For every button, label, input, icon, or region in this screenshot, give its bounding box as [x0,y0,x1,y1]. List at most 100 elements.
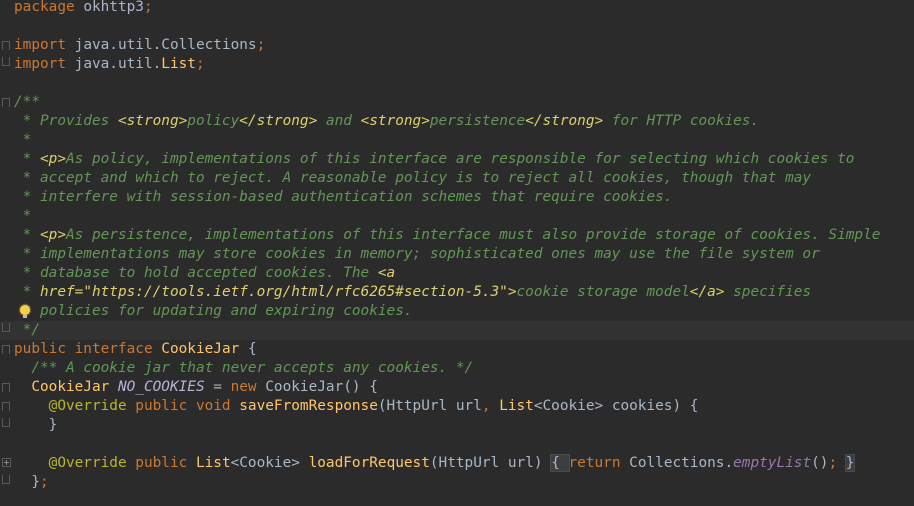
code-token: persistence [429,113,526,129]
code-token: * [14,208,32,224]
code-token: </strong> [525,113,604,129]
code-token: public [135,455,196,471]
code-line[interactable]: */ [0,321,914,340]
fold-marker-icon[interactable] [2,98,10,107]
code-token: * policies for updating and expiring coo… [14,303,413,319]
code-line[interactable]: * <p>As policy, implementations of this … [0,150,914,169]
code-token: saveFromResponse [239,398,378,414]
fold-marker-icon[interactable] [2,41,10,50]
code-line[interactable]: * Provides <strong>policy</strong> and <… [0,112,914,131]
code-token: java.util. [74,56,162,72]
code-token: { [247,341,257,357]
code-token: return [568,455,630,471]
code-line[interactable]: * [0,207,914,226]
code-token: emptyList [733,455,812,471]
code-token: loadForRequest [308,455,430,471]
code-token: import [14,56,75,72]
code-token: public interface [14,341,162,357]
code-line[interactable]: /** A cookie jar that never accepts any … [0,359,914,378]
code-token: * accept and which to reject. A reasonab… [14,170,812,186]
code-line[interactable]: import java.util.Collections; [0,36,914,55]
code-text: } [14,416,58,435]
code-line[interactable]: package okhttp3; [0,0,914,17]
code-token: for HTTP cookies. [603,113,760,129]
code-line[interactable]: * [0,131,914,150]
lightbulb-icon[interactable] [20,305,30,318]
code-token: ; [40,474,49,490]
code-line[interactable]: public interface CookieJar { [0,340,914,359]
code-line[interactable] [0,74,914,93]
code-token: List [195,455,231,471]
code-token: */ [14,322,40,338]
code-text: @Override public List<Cookie> loadForReq… [14,454,856,473]
fold-marker-icon[interactable] [2,418,10,427]
code-line[interactable]: * implementations may store cookies in m… [0,245,914,264]
code-editor[interactable]: package okhttp3; import java.util.Collect… [0,0,914,506]
code-token: CookieJar() { [265,379,378,395]
code-text: * <p>As persistence, implementations of … [14,226,881,245]
code-token: <p> [40,227,66,243]
code-line[interactable]: CookieJar NO_COOKIES = new CookieJar() { [0,378,914,397]
code-token: okhttp3 [83,0,144,15]
code-text: @Override public void saveFromResponse(H… [14,397,699,416]
code-token: CookieJar [14,379,118,395]
code-text: * interfere with session-based authentic… [14,188,673,207]
code-token: * [14,132,32,148]
code-text: import java.util.Collections; [14,36,265,55]
code-token: Collections. [629,455,734,471]
fold-marker-icon[interactable] [2,323,10,332]
fold-marker-icon[interactable] [2,383,10,392]
code-token: specifies [724,284,812,300]
code-line[interactable]: * accept and which to reject. A reasonab… [0,169,914,188]
code-line[interactable]: * interfere with session-based authentic… [0,188,914,207]
code-text: public interface CookieJar { [14,340,257,359]
code-line[interactable]: * policies for updating and expiring coo… [0,302,914,321]
code-text: * implementations may store cookies in m… [14,245,820,264]
code-token: <p> [40,151,66,167]
code-token: import [14,37,75,53]
code-line[interactable]: } [0,416,914,435]
code-line[interactable]: }; [0,473,914,492]
code-token: = [204,379,231,395]
code-text: }; [14,473,49,492]
code-line[interactable]: * database to hold accepted cookies. The… [0,264,914,283]
code-token: @Override [14,398,136,414]
code-line[interactable]: @Override public List<Cookie> loadForReq… [0,454,914,473]
code-token: } [14,474,40,490]
code-token: As persistence, implementations of this … [66,227,881,243]
code-token: policy [187,113,240,129]
code-token: CookieJar [161,341,248,357]
code-token: , [481,398,500,414]
fold-marker-icon[interactable] [2,402,10,411]
fold-expand-icon[interactable] [2,458,11,467]
code-token: * [14,227,40,243]
code-token: * Provides [14,113,118,129]
code-token: @Override [14,455,136,471]
code-line[interactable]: /** [0,93,914,112]
fold-marker-icon[interactable] [2,345,10,354]
fold-marker-icon[interactable] [2,475,10,484]
code-line[interactable] [0,17,914,36]
code-token: </a> [689,284,725,300]
code-line[interactable]: * href="https://tools.ietf.org/html/rfc6… [0,283,914,302]
code-token: () [811,455,829,471]
code-token: ; [143,0,153,15]
code-token: * interfere with session-based authentic… [14,189,673,205]
code-line[interactable]: import java.util.List; [0,55,914,74]
code-token: ; [828,455,846,471]
code-token: ; [256,37,266,53]
code-line[interactable] [0,435,914,454]
code-line[interactable]: * <p>As persistence, implementations of … [0,226,914,245]
code-line[interactable]: @Override public void saveFromResponse(H… [0,397,914,416]
code-text: /** A cookie jar that never accepts any … [14,359,473,378]
code-token: } [844,454,856,472]
code-text: * [14,131,32,150]
code-text: import java.util.List; [14,55,205,74]
code-token: * [14,151,40,167]
code-token: { [550,454,570,472]
code-token: (HttpUrl url) [429,455,552,471]
fold-marker-icon[interactable] [2,57,10,66]
code-token: <Cookie> [230,455,309,471]
code-token: <a [377,265,396,281]
code-text: * database to hold accepted cookies. The… [14,264,396,283]
